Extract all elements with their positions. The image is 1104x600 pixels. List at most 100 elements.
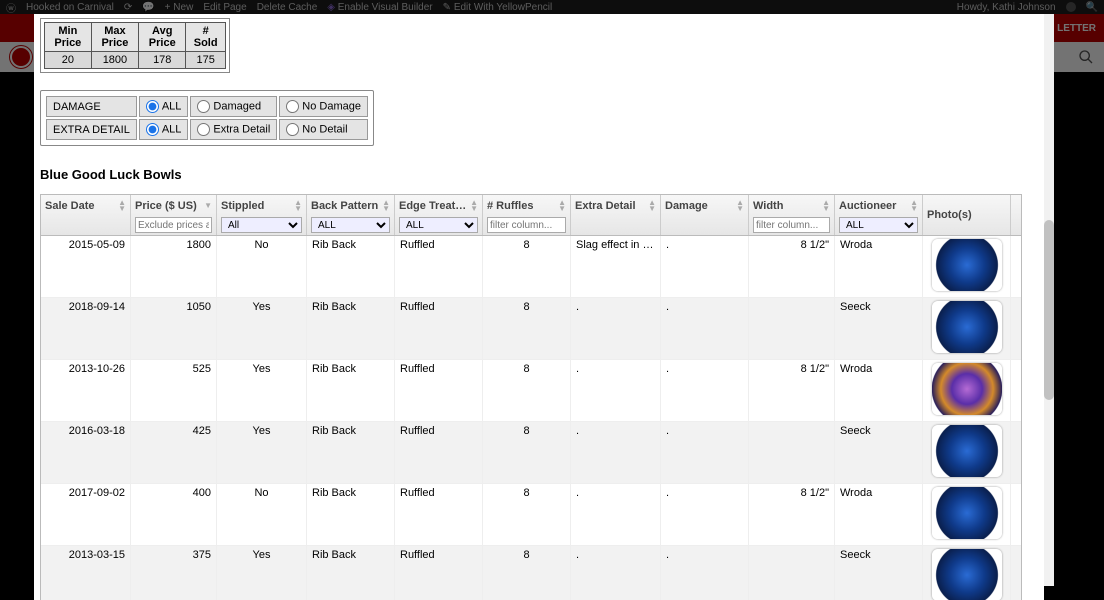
cell: 1800 — [131, 236, 217, 297]
section-title: Blue Good Luck Bowls — [40, 167, 1038, 182]
cell: . — [661, 360, 749, 421]
photo-cell[interactable] — [923, 484, 1011, 545]
stats-value: 20 — [45, 52, 92, 69]
photo-thumbnail[interactable] — [932, 239, 1002, 291]
photo-cell[interactable] — [923, 546, 1011, 600]
cell: Wroda — [835, 360, 923, 421]
col-stippled[interactable]: Stippled▲▼All — [217, 195, 307, 235]
cell: 2016-03-18 — [41, 422, 131, 483]
cell: Rib Back — [307, 484, 395, 545]
table-row[interactable]: 2017-09-02400NoRib BackRuffled8..8 1/2"W… — [41, 484, 1021, 546]
cell: Rib Back — [307, 236, 395, 297]
sort-icon[interactable]: ▲▼ — [470, 200, 478, 212]
cell: Seeck — [835, 546, 923, 600]
sort-icon[interactable]: ▲▼ — [382, 200, 390, 212]
scrollbar-thumb[interactable] — [1044, 220, 1054, 400]
photo-thumbnail[interactable] — [932, 363, 1002, 415]
price-stats-table: Min PriceMax PriceAvg Price# Sold 201800… — [44, 22, 226, 69]
cell: . — [661, 236, 749, 297]
table-row[interactable]: 2013-10-26525YesRib BackRuffled8..8 1/2"… — [41, 360, 1021, 422]
cell: . — [661, 298, 749, 359]
cell: 400 — [131, 484, 217, 545]
photo-cell[interactable] — [923, 298, 1011, 359]
cell: 2013-03-15 — [41, 546, 131, 600]
sort-icon[interactable]: ▲▼ — [294, 200, 302, 212]
extra-all-radio[interactable]: ALL — [139, 119, 189, 140]
table-row[interactable]: 2013-03-15375YesRib BackRuffled8..Seeck — [41, 546, 1021, 600]
cell: Yes — [217, 360, 307, 421]
extra-filter-label: EXTRA DETAIL — [46, 119, 137, 140]
photo-thumbnail[interactable] — [932, 487, 1002, 539]
photo-thumbnail[interactable] — [932, 549, 1002, 600]
cell: 425 — [131, 422, 217, 483]
cell: . — [571, 298, 661, 359]
stats-header: # Sold — [186, 23, 226, 52]
cell: 8 1/2" — [749, 484, 835, 545]
photo-thumbnail[interactable] — [932, 301, 1002, 353]
cell: Rib Back — [307, 360, 395, 421]
cell: . — [571, 546, 661, 600]
cell — [749, 298, 835, 359]
stats-value: 178 — [139, 52, 186, 69]
damage-filter-label: DAMAGE — [46, 96, 137, 117]
extra-none-radio[interactable]: No Detail — [279, 119, 368, 140]
damage-all-radio[interactable]: ALL — [139, 96, 189, 117]
ruffles-filter-input[interactable] — [487, 217, 566, 233]
photo-thumbnail[interactable] — [932, 425, 1002, 477]
cell: 2013-10-26 — [41, 360, 131, 421]
col-sale-date[interactable]: Sale Date▲▼ — [41, 195, 131, 235]
col-extra-detail[interactable]: Extra Detail▲▼ — [571, 195, 661, 235]
sort-icon[interactable]: ▼ — [204, 203, 212, 209]
photo-cell[interactable] — [923, 422, 1011, 483]
col-width[interactable]: Width▲▼ — [749, 195, 835, 235]
stats-header: Max Price — [91, 23, 138, 52]
sort-icon[interactable]: ▲▼ — [910, 200, 918, 212]
table-row[interactable]: 2016-03-18425YesRib BackRuffled8..Seeck — [41, 422, 1021, 484]
cell: Rib Back — [307, 298, 395, 359]
col-edge-treatment[interactable]: Edge Treat…▲▼ALL — [395, 195, 483, 235]
grid-header: Sale Date▲▼ Price ($ US)▼ Stippled▲▼All … — [41, 195, 1021, 236]
auctioneer-filter-select[interactable]: ALL — [839, 217, 918, 233]
table-row[interactable]: 2015-05-091800NoRib BackRuffled8Slag eff… — [41, 236, 1021, 298]
edge-filter-select[interactable]: ALL — [399, 217, 478, 233]
sort-icon[interactable]: ▲▼ — [648, 200, 656, 212]
cell: . — [571, 422, 661, 483]
table-row[interactable]: 2018-09-141050YesRib BackRuffled8..Seeck — [41, 298, 1021, 360]
col-damage[interactable]: Damage▲▼ — [661, 195, 749, 235]
width-filter-input[interactable] — [753, 217, 830, 233]
damage-damaged-radio[interactable]: Damaged — [190, 96, 277, 117]
cell — [749, 546, 835, 600]
content-panel: Min PriceMax PriceAvg Price# Sold 201800… — [34, 14, 1044, 600]
sort-icon[interactable]: ▲▼ — [118, 200, 126, 212]
cell: Yes — [217, 422, 307, 483]
cell: Rib Back — [307, 422, 395, 483]
sort-icon[interactable]: ▲▼ — [736, 200, 744, 212]
cell: 8 1/2" — [749, 236, 835, 297]
results-grid: Sale Date▲▼ Price ($ US)▼ Stippled▲▼All … — [40, 194, 1022, 600]
price-filter-input[interactable] — [135, 217, 212, 233]
col-back-pattern[interactable]: Back Pattern▲▼ALL — [307, 195, 395, 235]
cell: . — [661, 422, 749, 483]
col-price[interactable]: Price ($ US)▼ — [131, 195, 217, 235]
sort-icon[interactable]: ▲▼ — [558, 200, 566, 212]
back-filter-select[interactable]: ALL — [311, 217, 390, 233]
stippled-filter-select[interactable]: All — [221, 217, 302, 233]
stats-header: Min Price — [45, 23, 92, 52]
extra-detail-radio[interactable]: Extra Detail — [190, 119, 277, 140]
cell: 8 — [483, 422, 571, 483]
cell: 8 — [483, 546, 571, 600]
photo-cell[interactable] — [923, 360, 1011, 421]
photo-cell[interactable] — [923, 236, 1011, 297]
sort-icon[interactable]: ▲▼ — [822, 200, 830, 212]
damage-none-radio[interactable]: No Damage — [279, 96, 368, 117]
cell: 1050 — [131, 298, 217, 359]
col-ruffles[interactable]: # Ruffles▲▼ — [483, 195, 571, 235]
col-photos: Photo(s) — [923, 195, 1011, 235]
cell: 8 1/2" — [749, 360, 835, 421]
col-auctioneer[interactable]: Auctioneer▲▼ALL — [835, 195, 923, 235]
cell: 525 — [131, 360, 217, 421]
grid-body: 2015-05-091800NoRib BackRuffled8Slag eff… — [41, 236, 1021, 600]
cell: Wroda — [835, 484, 923, 545]
cell: No — [217, 484, 307, 545]
damage-filter-box: DAMAGE ALL Damaged No Damage EXTRA DETAI… — [40, 90, 374, 146]
